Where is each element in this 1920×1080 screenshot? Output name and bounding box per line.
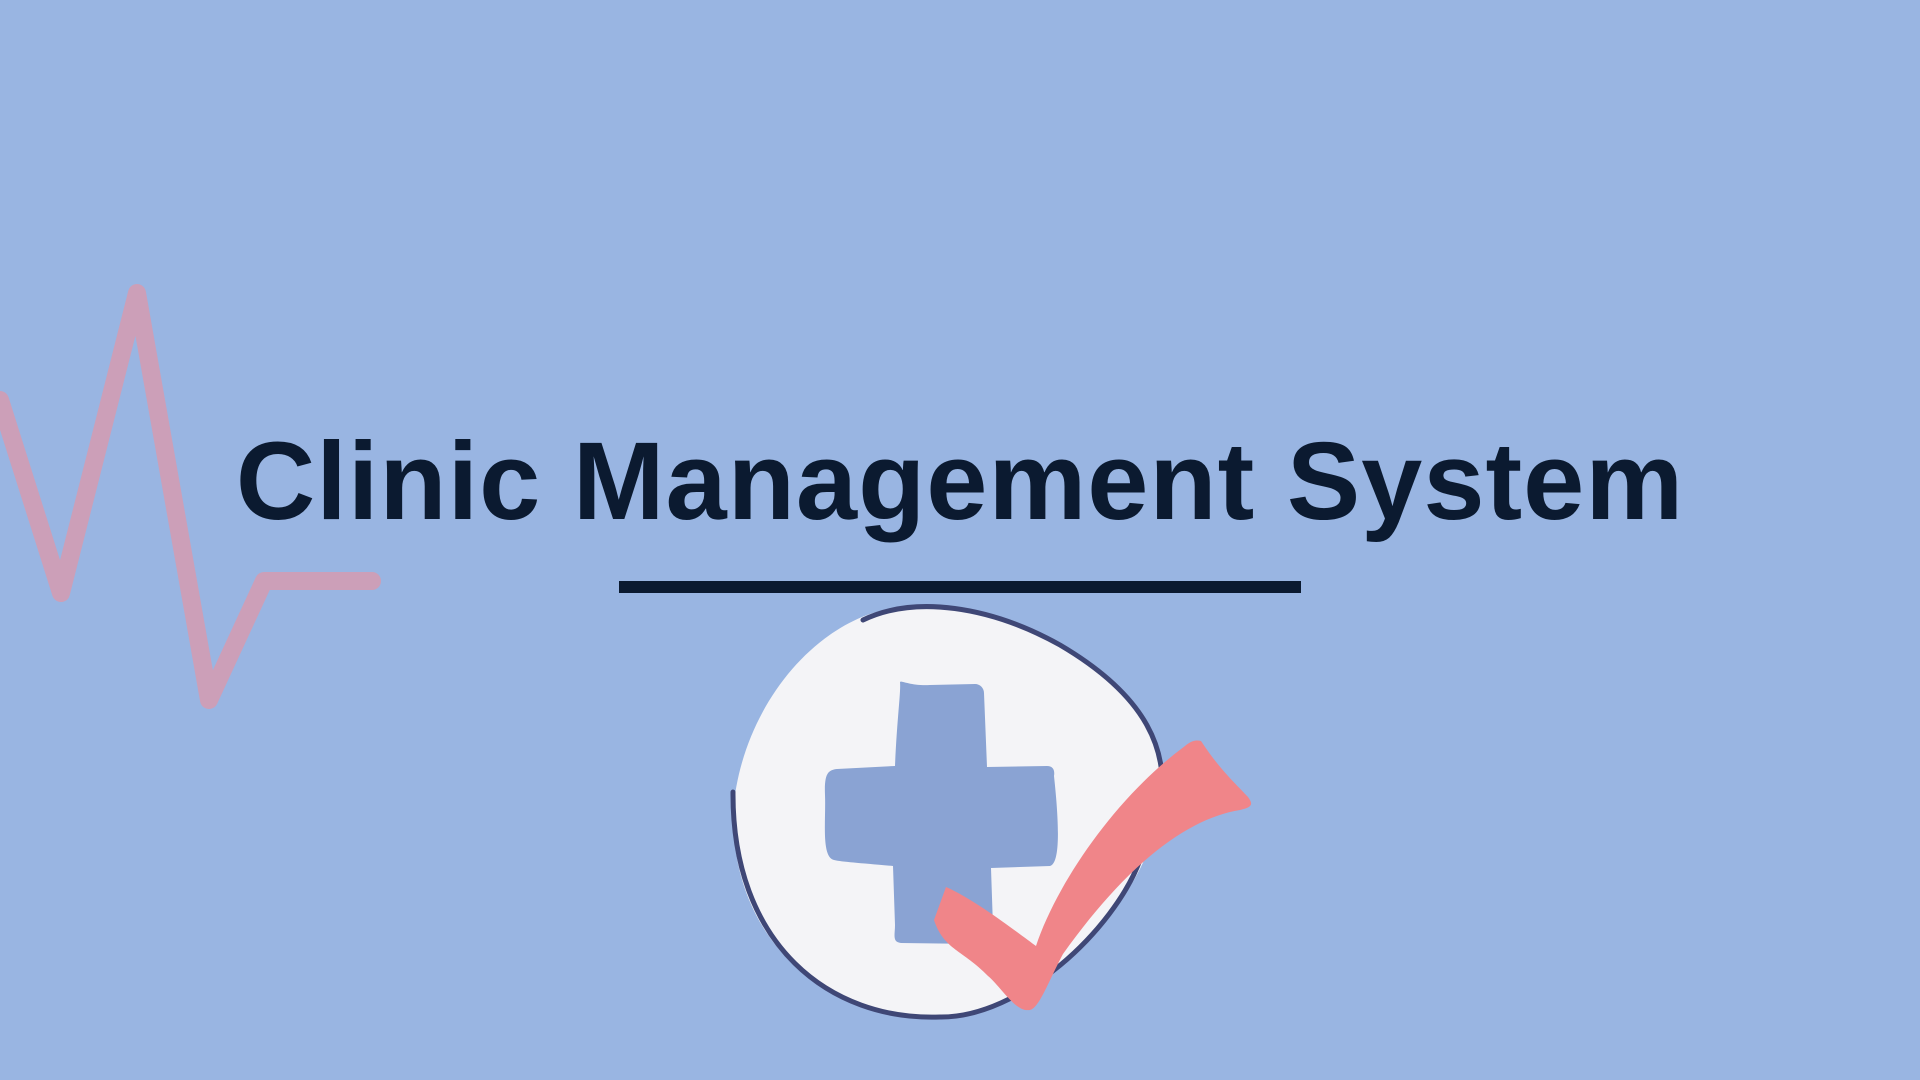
page-title: Clinic Management System <box>235 420 1685 543</box>
clinic-emblem <box>730 604 1252 1020</box>
title-slide: Clinic Management System <box>0 0 1920 1080</box>
title-underline <box>619 581 1301 593</box>
